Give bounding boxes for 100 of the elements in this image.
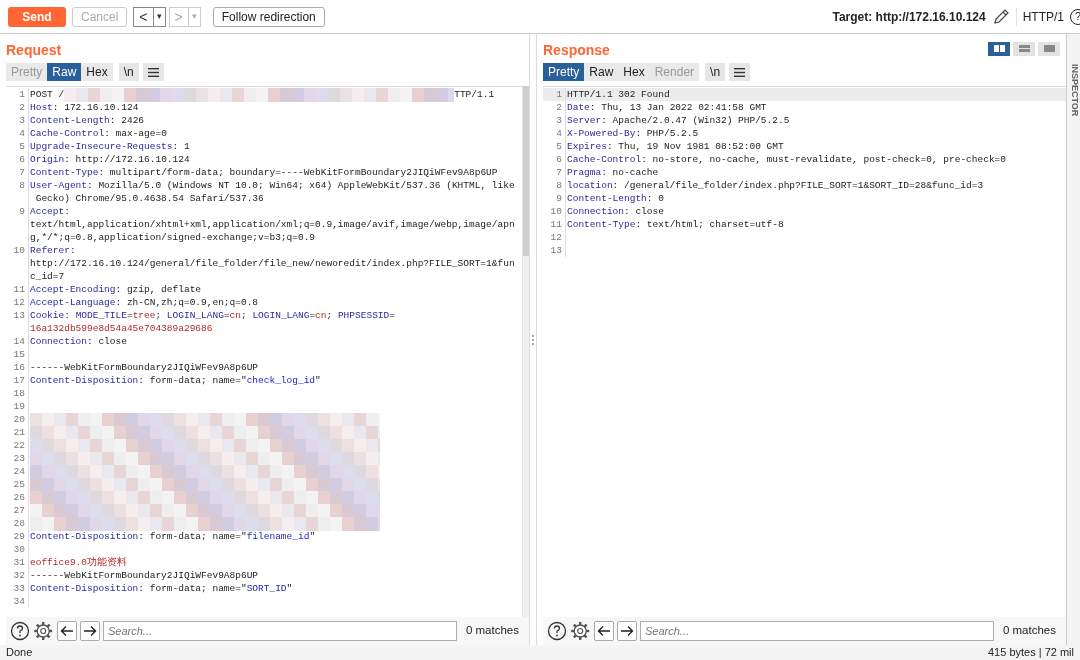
line-number: 3	[555, 114, 563, 127]
edit-icon[interactable]	[991, 7, 1010, 26]
view-tab[interactable]: Raw	[584, 63, 619, 81]
line-number: 7	[18, 166, 26, 179]
layout-button[interactable]	[1038, 41, 1060, 56]
code-line: Gecko) Chrome/95.0.4638.54 Safari/537.36	[34, 192, 264, 205]
code-line: Content-Disposition: form-data; name="filename_id"	[30, 530, 316, 543]
line-number: 12	[549, 231, 563, 244]
line-number: 2	[555, 101, 563, 114]
settings-icon[interactable]	[570, 621, 591, 641]
match-count: 0 matches	[1001, 623, 1057, 639]
line-number: 14	[12, 335, 26, 348]
code-line: ------WebKitFormBoundary2JIQiWFev9A8p6UP	[30, 361, 259, 374]
drag-handle[interactable]	[531, 333, 535, 346]
layout-icon	[1018, 45, 1030, 52]
match-count: 0 matches	[464, 623, 520, 639]
view-tab[interactable]: Raw	[47, 63, 82, 81]
view-tab[interactable]: Hex	[81, 63, 113, 81]
menu-button[interactable]	[142, 63, 164, 81]
code-line: Cookie: MODE_TILE=tree; LOGIN_LANG=cn; LOGIN_LANG=cn; PHPSESSID=	[30, 309, 395, 322]
line-number: 5	[555, 140, 563, 153]
target-label: Target: http://172.16.10.124	[832, 8, 986, 26]
line-number: 4	[555, 127, 563, 140]
code-line: Expires: Thu, 19 Nov 1981 08:52:00 GMT	[567, 140, 784, 153]
code-line: Accept-Language: zh-CN,zh;q=0.9,en;q=0.8	[30, 296, 259, 309]
code-line: Content-Type: text/html; charset=utf-8	[567, 218, 784, 231]
code-line: Server: Apache/2.0.47 (Win32) PHP/5.2.5	[567, 114, 790, 127]
line-number: 8	[18, 179, 26, 192]
previous-button[interactable]	[594, 621, 614, 641]
code-line: Upgrade-Insecure-Requests: 1	[30, 140, 190, 153]
newline-toggle[interactable]: \n	[705, 63, 726, 81]
line-number: 28	[12, 517, 26, 530]
code-line: Connection: close	[30, 335, 127, 348]
follow-redirection-button[interactable]: Follow redirection	[212, 6, 325, 27]
line-number: 16	[12, 361, 26, 374]
code-line: Referer:	[30, 244, 76, 257]
layout-button[interactable]	[988, 41, 1010, 56]
line-number: 31	[12, 556, 26, 569]
code-line: Date: Thu, 13 Jan 2022 02:41:58 GMT	[567, 101, 767, 114]
arrow-right-icon	[620, 625, 634, 637]
line-number: 21	[12, 426, 26, 439]
code-line: Pragma: no-cache	[567, 166, 659, 179]
line-number: 11	[549, 218, 563, 231]
protocol-label[interactable]: HTTP/1	[1015, 7, 1064, 26]
line-number: 23	[12, 452, 26, 465]
status-text: Done	[6, 645, 33, 660]
menu-icon	[147, 68, 159, 78]
next-button[interactable]	[80, 621, 100, 641]
menu-icon	[734, 68, 746, 78]
code-line: ------WebKitFormBoundary2JIQiWFev9A8p6UP	[30, 569, 259, 582]
previous-button[interactable]	[57, 621, 77, 641]
view-tab[interactable]: Pretty	[543, 63, 585, 81]
code-line: Connection: close	[567, 205, 664, 218]
code-text: POST /	[30, 88, 65, 101]
code-line: c_id=7	[30, 270, 65, 283]
back-button[interactable]: <	[133, 6, 154, 27]
help-icon[interactable]	[547, 621, 567, 641]
search-field[interactable]: Search...	[103, 621, 457, 641]
line-number: 15	[12, 348, 26, 361]
line-number: 26	[12, 491, 26, 504]
line-number: 9	[18, 205, 26, 218]
arrow-right-icon	[83, 625, 97, 637]
help-icon[interactable]	[10, 621, 30, 641]
code-line: Content-Disposition: form-data; name="SORT_ID"	[30, 582, 293, 595]
code-line: 16a132db599e8d54a45e704389a29686	[30, 322, 213, 335]
line-number: 13	[12, 309, 26, 322]
line-number: 30	[12, 543, 26, 556]
code-line: text/html,application/xhtml+xml,application/xml;q=0.9,image/avif,image/webp,image/apn	[30, 218, 515, 231]
line-number: 3	[18, 114, 26, 127]
line-number: 10	[549, 205, 563, 218]
arrow-left-icon	[60, 625, 74, 637]
line-number: 24	[12, 465, 26, 478]
layout-button[interactable]	[1013, 41, 1035, 56]
line-number: 1	[18, 88, 26, 101]
newline-toggle[interactable]: \n	[118, 63, 139, 81]
arrow-left-icon	[597, 625, 611, 637]
line-number: 32	[12, 569, 26, 582]
scrollbar[interactable]	[522, 86, 529, 617]
line-number: 8	[555, 179, 563, 192]
code-line: User-Agent: Mozilla/5.0 (Windows NT 10.0; Win64; x64) AppleWebKit/537.36 (KHTML, like	[30, 179, 515, 192]
line-number: 11	[12, 283, 26, 296]
code-line: HTTP/1.1 302 Found	[567, 88, 670, 101]
line-number: 10	[12, 244, 26, 257]
code-line: Accept:	[30, 205, 70, 218]
layout-icon	[1043, 45, 1055, 52]
code-line: Cache-Control: max-age=0	[30, 127, 167, 140]
inspector-tab[interactable]: INSPECTOR	[1067, 64, 1080, 117]
line-number: 7	[555, 166, 563, 179]
line-number: 2	[18, 101, 26, 114]
line-number: 18	[12, 387, 26, 400]
line-number: 25	[12, 478, 26, 491]
search-field[interactable]: Search...	[640, 621, 994, 641]
line-number: 27	[12, 504, 26, 517]
menu-button[interactable]	[729, 63, 751, 81]
line-number: 12	[12, 296, 26, 309]
line-number: 34	[12, 595, 26, 608]
view-tab[interactable]: Hex	[618, 63, 650, 81]
code-line: Origin: http://172.16.10.124	[30, 153, 190, 166]
next-button[interactable]	[617, 621, 637, 641]
settings-icon[interactable]	[33, 621, 54, 641]
